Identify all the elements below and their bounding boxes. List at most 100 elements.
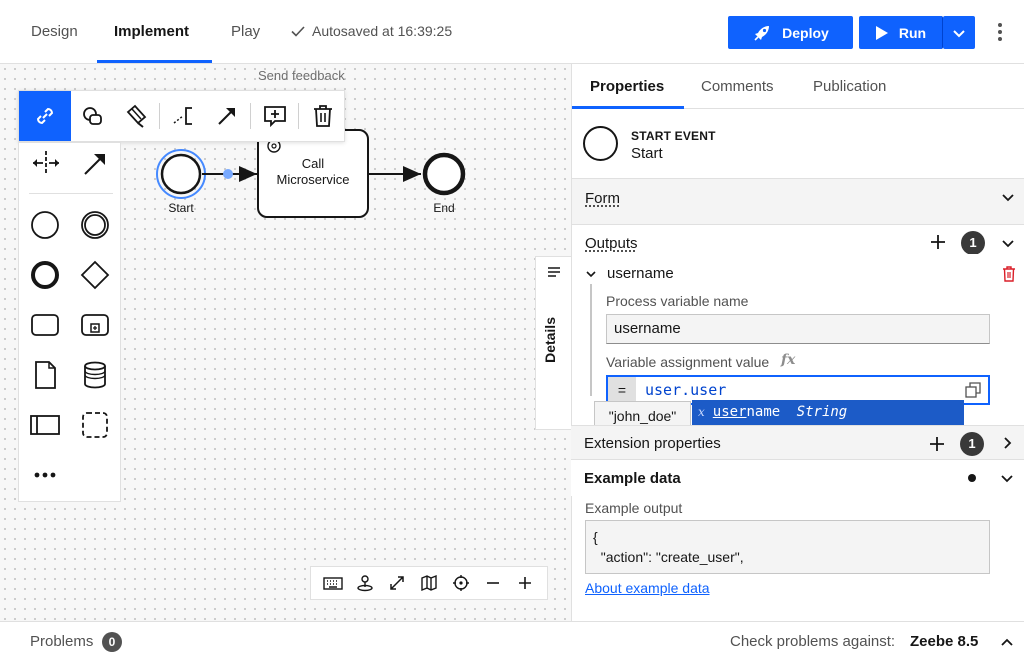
chevron-down-icon[interactable] (585, 268, 597, 280)
space-tool[interactable] (26, 143, 66, 183)
feel-equals-prefix: = (608, 377, 636, 403)
keyboard-shortcuts-button[interactable] (322, 572, 344, 594)
engine-version-select[interactable]: Zeebe 8.5 (910, 633, 978, 650)
annotation-icon (173, 107, 192, 125)
autocomplete-option[interactable]: x username String (692, 400, 964, 425)
list-icon (548, 267, 560, 277)
minimap-button[interactable] (418, 572, 440, 594)
create-data-store[interactable] (75, 355, 115, 395)
more-elements-button[interactable] (25, 455, 65, 495)
example-output-textarea[interactable]: { "action": "create_user", (585, 520, 990, 574)
tab-implement[interactable]: Implement (114, 0, 189, 64)
create-subprocess[interactable] (75, 305, 115, 345)
active-tab-indicator (97, 60, 212, 63)
deploy-button[interactable]: Deploy (728, 16, 853, 49)
autosave-text: Autosaved at 16:39:25 (312, 23, 453, 39)
plus-icon (930, 437, 944, 451)
chevron-down-icon[interactable] (1001, 236, 1015, 250)
zoom-in-button[interactable] (514, 572, 536, 594)
tab-play[interactable]: Play (231, 0, 260, 64)
check-problems-label: Check problems against: (730, 633, 896, 650)
more-options-icon[interactable] (990, 20, 1010, 44)
open-popup-editor-icon[interactable] (965, 382, 981, 398)
tab-properties[interactable]: Properties (590, 64, 664, 109)
end-event-label: End (433, 201, 455, 215)
tab-design[interactable]: Design (31, 0, 78, 64)
checkmark-icon (291, 26, 305, 37)
run-label: Run (898, 24, 927, 41)
create-pool[interactable] (25, 405, 65, 445)
fullscreen-button[interactable] (386, 572, 408, 594)
add-comment-button[interactable] (253, 91, 296, 141)
chevron-right-icon[interactable] (1000, 436, 1014, 450)
details-panel-toggle[interactable]: Details (535, 256, 571, 430)
tab-comments[interactable]: Comments (701, 64, 774, 109)
output-indent-line (590, 284, 592, 396)
intermediate-event-icon (81, 211, 109, 239)
tool-palette (18, 142, 121, 502)
trash-icon (313, 105, 332, 127)
status-bar: Problems 0 Check problems against: Zeebe… (0, 621, 1024, 659)
create-start-event[interactable] (25, 205, 65, 245)
link-icon (36, 107, 54, 125)
create-end-event[interactable] (25, 255, 65, 295)
play-icon (875, 25, 888, 40)
connection-handle (223, 169, 233, 179)
assignment-value-label: Variable assignment value (606, 354, 770, 370)
create-intermediate-event[interactable] (75, 205, 115, 245)
trash-icon[interactable] (1002, 266, 1016, 282)
delete-button[interactable] (301, 91, 344, 141)
feel-expression-icon[interactable]: fx (781, 352, 795, 368)
run-button[interactable]: Run (859, 16, 943, 49)
about-example-data-link[interactable]: About example data (585, 580, 710, 596)
element-header: START EVENT Start (572, 109, 1024, 179)
form-section-header[interactable]: Form (572, 178, 1024, 225)
arrow-icon (84, 154, 105, 175)
variable-kind-icon: x (698, 405, 705, 419)
zoom-out-button[interactable] (482, 572, 504, 594)
example-data-indicator (968, 474, 976, 482)
create-group[interactable] (75, 405, 115, 445)
autosave-status: Autosaved at 16:39:25 (290, 23, 452, 39)
modeler-canvas[interactable]: Send feedback Start Call Microservice En… (0, 64, 571, 621)
subprocess-icon (81, 314, 109, 336)
example-data-header[interactable]: Example data (571, 460, 1024, 496)
text-annotation-button[interactable] (162, 91, 205, 141)
reset-view-button[interactable] (354, 572, 376, 594)
fit-viewport-button[interactable] (450, 572, 472, 594)
chevron-up-icon[interactable] (1000, 637, 1014, 647)
tab-publication[interactable]: Publication (813, 64, 886, 109)
outputs-count-badge: 1 (961, 231, 985, 255)
create-data-object[interactable] (25, 355, 65, 395)
data-object-icon (35, 361, 56, 389)
create-gateway[interactable] (75, 255, 115, 295)
problems-button[interactable]: Problems (30, 633, 93, 650)
chevron-down-icon[interactable] (1000, 471, 1014, 485)
maximize-icon (390, 576, 404, 590)
element-name: Start (631, 145, 663, 162)
start-event-icon (31, 211, 59, 239)
replace-shape-button[interactable] (71, 91, 114, 141)
location-icon (357, 575, 373, 592)
process-variable-input[interactable]: username (606, 314, 990, 344)
comment-add-icon (263, 106, 286, 128)
add-extension-property-button[interactable] (929, 435, 945, 455)
map-icon (421, 574, 437, 592)
outputs-section-header[interactable]: Outputs 1 (572, 225, 1024, 255)
toolbar-divider (250, 103, 251, 129)
output-item-name[interactable]: username (607, 265, 674, 282)
details-label: Details (542, 317, 558, 363)
chevron-down-icon (1002, 194, 1014, 202)
paint-brush-icon (126, 104, 146, 128)
add-output-button[interactable] (930, 233, 946, 253)
extension-properties-header[interactable]: Extension properties 1 (571, 425, 1024, 460)
run-options-button[interactable] (943, 16, 975, 49)
problems-count-badge: 0 (102, 632, 122, 652)
start-event-label: Start (168, 201, 194, 215)
connect-arrow-button[interactable] (205, 91, 248, 141)
pool-icon (30, 415, 60, 435)
connect-tool-button[interactable] (19, 91, 71, 141)
global-connect-tool[interactable] (75, 143, 115, 183)
color-tool-button[interactable] (114, 91, 157, 141)
create-task[interactable] (25, 305, 65, 345)
